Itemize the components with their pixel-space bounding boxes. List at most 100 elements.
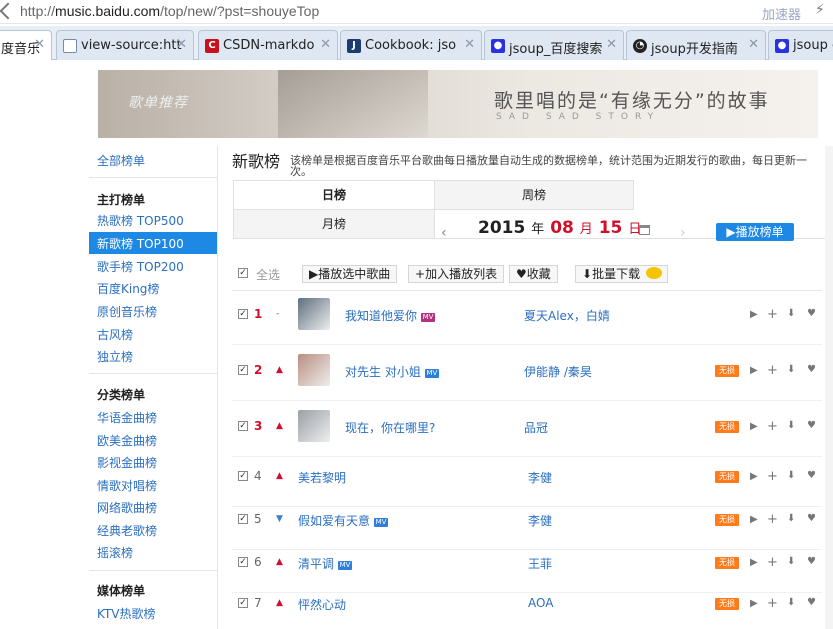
browser-tab[interactable]: C CSDN-markdo ✕ [198,30,338,60]
artist-name[interactable]: 伊能静 /秦昊 [524,363,592,380]
download-icon[interactable]: ⬇ [787,597,795,608]
add-icon[interactable]: + [767,469,778,484]
batch-download-button[interactable]: ⬇批量下载 [575,265,668,283]
artist-name[interactable]: 李健 [528,469,552,486]
tab-weekly[interactable]: 周榜 [434,180,634,210]
download-icon[interactable]: ⬇ [787,364,795,375]
close-icon[interactable]: ✕ [748,37,759,52]
add-icon[interactable]: + [767,596,778,611]
song-title[interactable]: 我知道他爱你 MV [345,307,436,324]
mv-badge-icon[interactable]: MV [338,561,353,570]
mv-badge-icon[interactable]: MV [424,369,439,378]
play-selected-button[interactable]: ▶播放选中歌曲 [302,265,398,283]
lightning-icon[interactable]: ⚡ [815,2,825,18]
heart-icon[interactable]: ♥ [807,420,816,431]
add-icon[interactable]: + [767,307,778,322]
back-arrow-icon[interactable] [0,2,17,20]
address-bar[interactable]: http://music.baidu.com/top/new/?pst=shou… [0,0,833,24]
song-row[interactable]: ✓ 1 - 我知道他爱你 MV 夏天Alex，白婧 ▶ + ⬇ ♥ [232,298,822,334]
add-icon[interactable]: + [767,512,778,527]
heart-icon[interactable]: ♥ [807,513,816,524]
song-row[interactable]: ✓ 4 ▲ 美若黎明 李健 无损 ▶ + ⬇ ♥ [232,460,822,496]
song-title[interactable]: 清平调 MV [298,555,353,572]
prev-date-arrow-icon[interactable]: ‹ [441,225,447,241]
sidebar-item[interactable]: 经典老歌榜 [97,522,157,539]
sidebar-item[interactable]: KTV热歌榜 [97,605,155,622]
song-title[interactable]: 美若黎明 [298,469,346,486]
sidebar-item[interactable]: 欧美金曲榜 [97,432,157,449]
song-title[interactable]: 怦然心动 [298,596,346,613]
sidebar-item-selected[interactable]: 新歌榜 TOP100 [97,235,184,252]
browser-tab[interactable]: view-source:htt ✕ [56,30,194,60]
close-icon[interactable]: ✕ [320,37,331,52]
song-title[interactable]: 假如爱有天意 MV [298,512,389,529]
song-title[interactable]: 对先生 对小姐 MV [345,363,439,380]
sidebar-item[interactable]: 影视金曲榜 [97,454,157,471]
heart-icon[interactable]: ♥ [807,556,816,567]
download-icon[interactable]: ⬇ [787,420,795,431]
song-checkbox[interactable]: ✓ [238,514,248,524]
sidebar-item[interactable]: 歌手榜 TOP200 [97,258,184,275]
tab-daily[interactable]: 日榜 [233,180,435,210]
sidebar-item[interactable]: 摇滚榜 [97,544,133,561]
song-checkbox[interactable]: ✓ [238,598,248,608]
heart-icon[interactable]: ♥ [807,597,816,608]
album-thumbnail[interactable] [298,354,330,386]
heart-icon[interactable]: ♥ [807,308,816,319]
album-thumbnail[interactable] [298,298,330,330]
add-icon[interactable]: + [767,555,778,570]
play-list-button[interactable]: ▶播放榜单 [716,223,794,241]
select-all-checkbox[interactable]: ✓ [238,268,248,278]
browser-tab[interactable]: ◔ jsoup开发指南 ✕ [626,30,766,60]
sidebar-item[interactable]: 独立榜 [97,348,133,365]
close-icon[interactable]: ✕ [34,37,45,52]
song-row[interactable]: ✓ 7 ▲ 怦然心动 AOA 无损 ▶ + ⬇ ♥ [232,589,822,625]
play-icon[interactable]: ▶ [750,421,758,432]
album-thumbnail[interactable] [298,410,330,442]
artist-name[interactable]: 品冠 [524,419,548,436]
song-checkbox[interactable]: ✓ [238,557,248,567]
heart-icon[interactable]: ♥ [807,470,816,481]
browser-tab[interactable]: J Cookbook: jso ✕ [340,30,482,60]
url-text[interactable]: http://music.baidu.com/top/new/?pst=shou… [20,3,319,19]
close-icon[interactable]: ✕ [176,37,187,52]
sidebar-item[interactable]: 原创音乐榜 [97,303,157,320]
browser-tab[interactable]: 度音乐 ✕ [0,30,52,60]
play-icon[interactable]: ▶ [750,598,758,609]
download-icon[interactable]: ⬇ [787,308,795,319]
song-checkbox[interactable]: ✓ [238,421,248,431]
play-icon[interactable]: ▶ [750,471,758,482]
add-to-playlist-button[interactable]: +加入播放列表 [408,265,505,283]
song-row[interactable]: ✓ 3 ▲ 现在，你在哪里? 品冠 无损 ▶ + ⬇ ♥ [232,410,822,446]
artist-name[interactable]: 王菲 [528,555,552,572]
song-checkbox[interactable]: ✓ [238,471,248,481]
accelerator-link[interactable]: 加速器 [762,4,801,23]
download-icon[interactable]: ⬇ [787,470,795,481]
browser-tab[interactable]: ● jsoup_百度搜索 ✕ [484,30,624,60]
sidebar-item-all[interactable]: 全部榜单 [97,152,145,169]
sidebar-item[interactable]: 情歌对唱榜 [97,477,157,494]
scrollbar[interactable] [825,146,833,629]
sidebar-item[interactable]: 网络歌曲榜 [97,499,157,516]
download-icon[interactable]: ⬇ [787,513,795,524]
sidebar-item[interactable]: 热歌榜 TOP500 [97,212,184,229]
song-title[interactable]: 现在，你在哪里? [345,419,435,436]
song-row[interactable]: ✓ 2 ▲ 对先生 对小姐 MV 伊能静 /秦昊 无损 ▶ + ⬇ ♥ [232,354,822,390]
tab-monthly[interactable]: 月榜 [233,209,435,239]
song-row[interactable]: ✓ 5 ▼ 假如爱有天意 MV 李健 无损 ▶ + ⬇ ♥ [232,503,822,539]
close-icon[interactable]: ✕ [464,37,475,52]
artist-name[interactable]: AOA [528,596,553,610]
heart-icon[interactable]: ♥ [807,364,816,375]
play-icon[interactable]: ▶ [750,557,758,568]
mv-badge-icon[interactable]: MV [421,313,436,322]
play-icon[interactable]: ▶ [750,514,758,525]
artist-name[interactable]: 李健 [528,512,552,529]
song-checkbox[interactable]: ✓ [238,365,248,375]
mv-badge-icon[interactable]: MV [374,518,389,527]
song-row[interactable]: ✓ 6 ▲ 清平调 MV 王菲 无损 ▶ + ⬇ ♥ [232,546,822,582]
play-icon[interactable]: ▶ [750,365,758,376]
sidebar-item[interactable]: 百度King榜 [97,280,159,297]
next-date-arrow-icon[interactable]: › [680,225,686,241]
play-icon[interactable]: ▶ [750,309,758,320]
download-icon[interactable]: ⬇ [787,556,795,567]
